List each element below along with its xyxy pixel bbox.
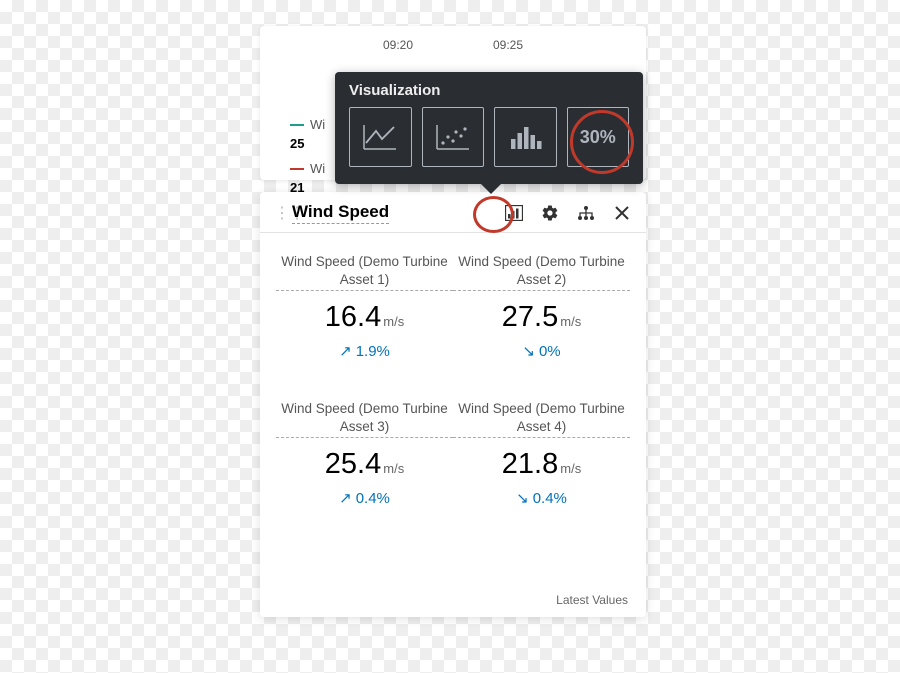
metric-unit: m/s <box>383 314 404 329</box>
legend-label: Wi <box>310 160 325 178</box>
arrow-down-icon: ↘ <box>516 489 529 507</box>
metric-cell: Wind Speed (Demo Turbine Asset 2) 27.5m/… <box>453 253 630 360</box>
metric-label: Wind Speed (Demo Turbine Asset 1) <box>276 253 453 291</box>
metric-value: 27.5 <box>502 301 558 333</box>
metric-cell: Wind Speed (Demo Turbine Asset 3) 25.4m/… <box>276 400 453 507</box>
metric-unit: m/s <box>560 314 581 329</box>
gear-icon[interactable] <box>540 203 560 223</box>
metric-cell: Wind Speed (Demo Turbine Asset 4) 21.8m/… <box>453 400 630 507</box>
viz-kpi-button[interactable]: 30% <box>567 107 630 167</box>
time-tick: 09:25 <box>493 38 523 52</box>
kpi-label: 30% <box>580 127 616 148</box>
metric-trend: ↗1.9% <box>276 342 453 360</box>
arrow-up-icon: ↗ <box>339 489 352 507</box>
metric-label: Wind Speed (Demo Turbine Asset 2) <box>453 253 630 291</box>
legend-value: 25 <box>290 135 304 153</box>
arrow-up-icon: ↗ <box>339 342 352 360</box>
viz-bar-button[interactable] <box>494 107 557 167</box>
viz-scatter-button[interactable] <box>422 107 485 167</box>
legend-label: Wi <box>310 116 325 134</box>
metric-label: Wind Speed (Demo Turbine Asset 3) <box>276 400 453 438</box>
visualization-popover: Visualization 30% <box>335 72 643 184</box>
metric-trend: ↘0.4% <box>453 489 630 507</box>
close-icon[interactable] <box>612 203 632 223</box>
time-axis: 09:20 09:25 <box>260 38 646 52</box>
widget-footer-label: Latest Values <box>556 593 628 607</box>
metric-value: 25.4 <box>325 448 381 480</box>
time-tick: 09:20 <box>383 38 413 52</box>
legend-row: Wi <box>290 116 327 134</box>
metric-unit: m/s <box>560 461 581 476</box>
widget-title[interactable]: Wind Speed <box>292 202 389 224</box>
legend-row: Wi <box>290 160 327 178</box>
wind-speed-widget: ⋮⋮ Wind Speed <box>260 192 646 617</box>
metric-label: Wind Speed (Demo Turbine Asset 4) <box>453 400 630 438</box>
metric-value: 16.4 <box>325 301 381 333</box>
legend: Wi 25 Wi 21 <box>290 116 327 200</box>
viz-line-button[interactable] <box>349 107 412 167</box>
drag-handle-icon[interactable]: ⋮⋮ <box>274 203 284 223</box>
arrow-down-icon: ↘ <box>522 342 535 360</box>
metric-cell: Wind Speed (Demo Turbine Asset 1) 16.4m/… <box>276 253 453 360</box>
hierarchy-icon[interactable] <box>576 203 596 223</box>
metric-trend: ↗0.4% <box>276 489 453 507</box>
metric-unit: m/s <box>383 461 404 476</box>
widget-header: ⋮⋮ Wind Speed <box>260 192 646 233</box>
metric-trend: ↘0% <box>453 342 630 360</box>
legend-swatch <box>290 124 304 126</box>
popover-title: Visualization <box>349 82 629 99</box>
legend-swatch <box>290 168 304 170</box>
metric-value: 21.8 <box>502 448 558 480</box>
visualization-icon[interactable] <box>504 203 524 223</box>
metrics-grid: Wind Speed (Demo Turbine Asset 1) 16.4m/… <box>260 233 646 507</box>
